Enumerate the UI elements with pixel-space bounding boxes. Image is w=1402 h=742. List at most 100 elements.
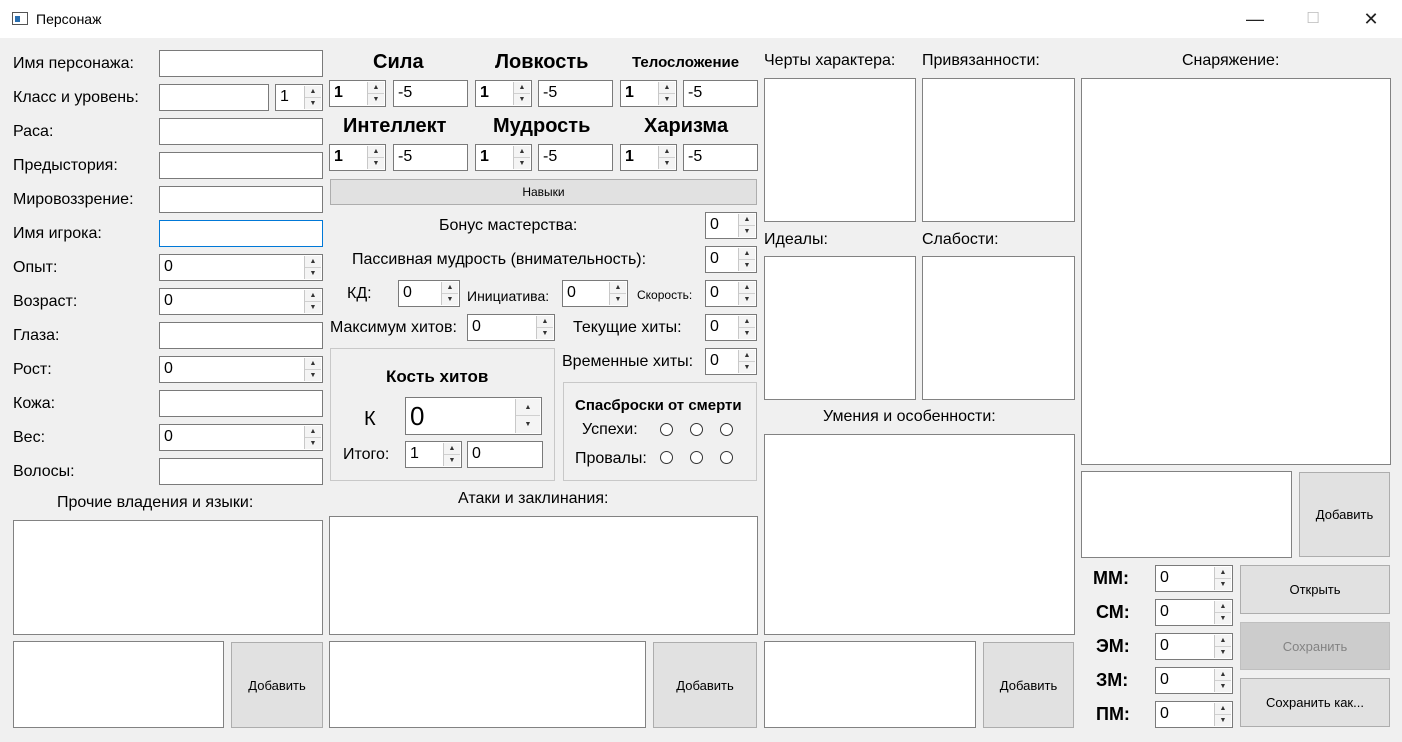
spin-up-icon[interactable]: ▲ [444,443,460,455]
equipment-new-entry[interactable] [1081,471,1292,558]
death-save-success-radio-2[interactable] [690,423,703,436]
spin-down-icon[interactable]: ▼ [1215,715,1231,727]
spin-up-icon[interactable]: ▲ [514,146,530,158]
spin-up-icon[interactable]: ▲ [305,426,321,438]
constitution-modifier[interactable]: -5 [683,80,758,107]
experience-spinbox[interactable]: 0 ▲ ▼ [159,254,323,281]
personality-traits-text[interactable] [764,78,916,222]
level-spinbox[interactable]: 1 ▲ ▼ [275,84,323,111]
spin-down-icon[interactable]: ▼ [1215,647,1231,659]
race-input[interactable] [159,118,323,145]
spin-up-icon[interactable]: ▲ [659,82,675,94]
spin-up-icon[interactable]: ▲ [442,282,458,294]
coin-cp-spinbox[interactable]: 0 ▲ ▼ [1155,565,1233,592]
spin-down-icon[interactable]: ▼ [516,416,540,433]
skin-input[interactable] [159,390,323,417]
spin-up-icon[interactable]: ▲ [1215,567,1231,579]
strength-spinbox[interactable]: 1 ▲ ▼ [329,80,386,107]
armor-class-spinbox[interactable]: 0 ▲ ▼ [398,280,460,307]
features-new-entry[interactable] [764,641,976,728]
save-button[interactable]: Сохранить [1240,622,1390,670]
hit-dice-total-field[interactable]: 0 [467,441,543,468]
spin-down-icon[interactable]: ▼ [514,158,530,170]
coin-gp-spinbox[interactable]: 0 ▲ ▼ [1155,667,1233,694]
proficiencies-new-entry[interactable] [13,641,224,728]
player-name-input[interactable] [159,220,323,247]
spin-down-icon[interactable]: ▼ [537,328,553,340]
spin-down-icon[interactable]: ▼ [1215,579,1231,591]
spin-down-icon[interactable]: ▼ [444,455,460,467]
spin-down-icon[interactable]: ▼ [659,94,675,106]
spin-up-icon[interactable]: ▲ [305,358,321,370]
death-save-fail-radio-3[interactable] [720,451,733,464]
spin-up-icon[interactable]: ▲ [739,214,755,226]
charisma-spinbox[interactable]: 1 ▲ ▼ [620,144,677,171]
bonds-text[interactable] [922,78,1075,222]
spin-up-icon[interactable]: ▲ [1215,635,1231,647]
coin-sp-spinbox[interactable]: 0 ▲ ▼ [1155,599,1233,626]
spin-down-icon[interactable]: ▼ [1215,681,1231,693]
spin-up-icon[interactable]: ▲ [305,290,321,302]
spin-up-icon[interactable]: ▲ [305,256,321,268]
spin-up-icon[interactable]: ▲ [368,82,384,94]
spin-down-icon[interactable]: ▼ [739,294,755,306]
spin-down-icon[interactable]: ▼ [305,98,321,110]
spin-up-icon[interactable]: ▲ [368,146,384,158]
wisdom-modifier[interactable]: -5 [538,144,613,171]
dexterity-spinbox[interactable]: 1 ▲ ▼ [475,80,532,107]
spin-down-icon[interactable]: ▼ [739,260,755,272]
death-save-success-radio-1[interactable] [660,423,673,436]
features-list[interactable] [764,434,1075,635]
hair-input[interactable] [159,458,323,485]
spin-down-icon[interactable]: ▼ [305,438,321,450]
spin-up-icon[interactable]: ▲ [610,282,626,294]
constitution-spinbox[interactable]: 1 ▲ ▼ [620,80,677,107]
age-spinbox[interactable]: 0 ▲ ▼ [159,288,323,315]
save-as-button[interactable]: Сохранить как... [1240,678,1390,727]
close-button[interactable]: ✕ [1342,0,1400,38]
character-name-input[interactable] [159,50,323,77]
hit-dice-count-spinbox[interactable]: 1 ▲ ▼ [405,441,462,468]
skills-button[interactable]: Навыки [330,179,757,205]
weight-spinbox[interactable]: 0 ▲ ▼ [159,424,323,451]
equipment-add-button[interactable]: Добавить [1299,472,1390,557]
spin-up-icon[interactable]: ▲ [305,86,321,98]
charisma-modifier[interactable]: -5 [683,144,758,171]
spin-down-icon[interactable]: ▼ [305,370,321,382]
open-button[interactable]: Открыть [1240,565,1390,614]
spin-up-icon[interactable]: ▲ [1215,601,1231,613]
speed-spinbox[interactable]: 0 ▲ ▼ [705,280,757,307]
spin-up-icon[interactable]: ▲ [739,316,755,328]
spin-up-icon[interactable]: ▲ [739,248,755,260]
spin-up-icon[interactable]: ▲ [739,350,755,362]
attacks-new-entry[interactable] [329,641,646,728]
initiative-spinbox[interactable]: 0 ▲ ▼ [562,280,628,307]
spin-down-icon[interactable]: ▼ [514,94,530,106]
passive-wisdom-spinbox[interactable]: 0 ▲ ▼ [705,246,757,273]
spin-down-icon[interactable]: ▼ [305,268,321,280]
spin-up-icon[interactable]: ▲ [1215,703,1231,715]
spin-up-icon[interactable]: ▲ [739,282,755,294]
proficiency-bonus-spinbox[interactable]: 0 ▲ ▼ [705,212,757,239]
coin-pp-spinbox[interactable]: 0 ▲ ▼ [1155,701,1233,728]
spin-up-icon[interactable]: ▲ [1215,669,1231,681]
proficiencies-add-button[interactable]: Добавить [231,642,323,728]
intelligence-spinbox[interactable]: 1 ▲ ▼ [329,144,386,171]
strength-modifier[interactable]: -5 [393,80,468,107]
wisdom-spinbox[interactable]: 1 ▲ ▼ [475,144,532,171]
class-input[interactable] [159,84,269,111]
alignment-input[interactable] [159,186,323,213]
current-hp-spinbox[interactable]: 0 ▲ ▼ [705,314,757,341]
spin-up-icon[interactable]: ▲ [659,146,675,158]
hit-die-spinbox[interactable]: 0 ▲ ▼ [405,397,542,435]
death-save-fail-radio-2[interactable] [690,451,703,464]
spin-down-icon[interactable]: ▼ [1215,613,1231,625]
maximize-button[interactable]: ☐ [1284,0,1342,38]
minimize-button[interactable]: — [1226,0,1284,38]
spin-down-icon[interactable]: ▼ [368,94,384,106]
equipment-list[interactable] [1081,78,1391,465]
spin-down-icon[interactable]: ▼ [739,362,755,374]
spin-down-icon[interactable]: ▼ [739,328,755,340]
death-save-fail-radio-1[interactable] [660,451,673,464]
attacks-list[interactable] [329,516,758,635]
